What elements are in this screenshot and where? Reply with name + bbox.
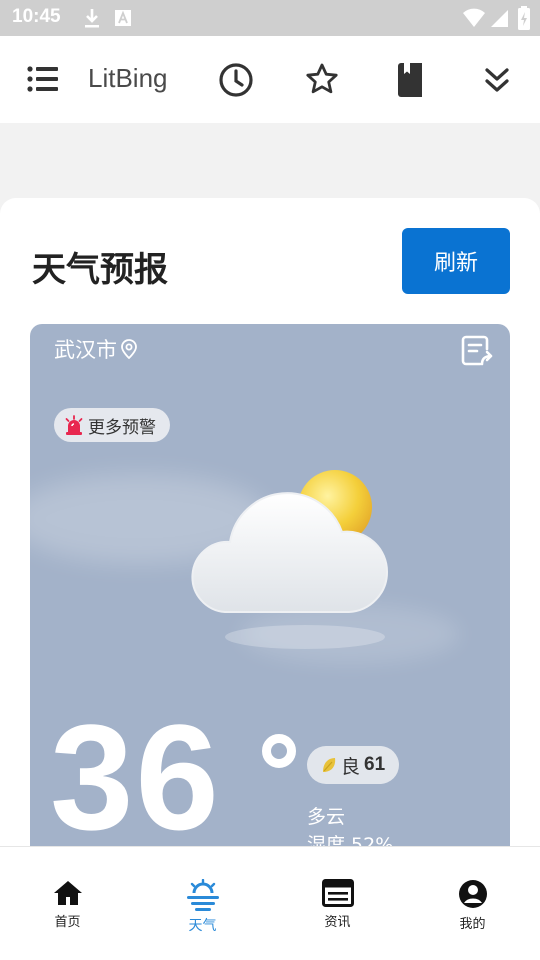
refresh-button[interactable]: 刷新 (402, 228, 510, 294)
account-icon (458, 880, 487, 908)
bookmark-icon[interactable] (395, 62, 425, 98)
city-selector[interactable]: 武汉市 (54, 334, 138, 364)
nav-label-home: 首页 (54, 915, 81, 930)
aqi-chip[interactable]: 良 61 (307, 746, 400, 784)
app-title: LitBing (88, 63, 168, 93)
nav-label-profile: 我的 (459, 917, 486, 932)
nav-item-profile[interactable]: 我的 (405, 847, 540, 960)
nav-item-weather[interactable]: 天气 (135, 847, 270, 960)
app-bar: LitBing (0, 36, 540, 123)
download-icon (85, 9, 99, 28)
nav-item-home[interactable]: 首页 (0, 847, 135, 960)
section-title: 天气预报 (32, 250, 168, 290)
weather-card[interactable]: 武汉市 更多预警 36 良 61 多云 湿度 52% (30, 324, 510, 884)
bottom-nav: 首页 天气 资讯 我的 (0, 846, 540, 960)
weather-condition: 多云 (307, 806, 346, 828)
partly-cloudy-icon (191, 470, 389, 649)
status-bar: 10:45 (0, 0, 540, 36)
news-icon (321, 879, 354, 907)
temperature: 36 (50, 693, 221, 861)
alert-label: 更多预警 (88, 417, 156, 438)
weather-panel: 天气预报 刷新 武汉市 更多预警 36 良 61 多云 湿度 52% (0, 198, 540, 918)
nav-item-news[interactable]: 资讯 (270, 847, 405, 960)
menu-icon[interactable] (27, 65, 59, 93)
wifi-icon (463, 8, 485, 27)
aqi-value: 61 (364, 754, 386, 775)
signal-icon (491, 10, 508, 27)
location-pin-icon (121, 339, 137, 359)
nav-label-news: 资讯 (324, 915, 351, 930)
weather-icon (186, 879, 219, 911)
alarm-icon (65, 415, 83, 435)
double-chevron-down-icon[interactable] (484, 66, 510, 94)
nav-label-weather: 天气 (188, 918, 217, 934)
city-name: 武汉市 (54, 338, 117, 362)
degree-symbol (262, 734, 296, 768)
home-icon (53, 881, 82, 905)
alert-chip[interactable]: 更多预警 (54, 408, 170, 442)
star-icon[interactable] (305, 62, 339, 96)
battery-icon (518, 6, 530, 30)
share-icon[interactable] (460, 334, 494, 368)
history-icon[interactable] (218, 62, 254, 98)
a-icon (115, 10, 131, 26)
aqi-level: 良 (341, 755, 361, 778)
status-time: 10:45 (12, 6, 61, 27)
leaf-icon (323, 758, 336, 772)
